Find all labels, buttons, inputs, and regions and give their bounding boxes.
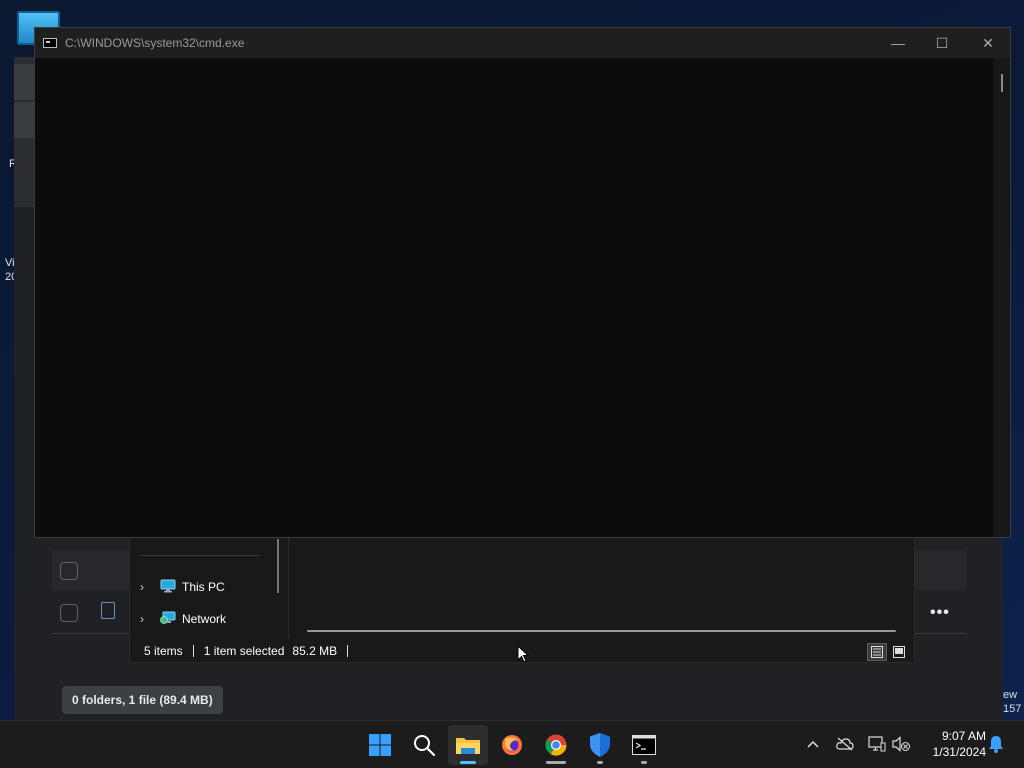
more-options-icon[interactable]: ••• <box>930 604 950 622</box>
status-divider <box>192 645 194 657</box>
active-indicator <box>460 761 476 764</box>
search-icon <box>414 735 436 757</box>
nav-item-label: Network <box>182 612 227 626</box>
this-pc-icon <box>160 579 176 596</box>
clock-date: 1/31/2024 <box>932 745 986 759</box>
taskbar-app-defender[interactable] <box>580 725 620 765</box>
cmd-window[interactable]: C:\WINDOWS\system32\cmd.exe — ☐ ✕ <box>34 27 1011 538</box>
running-indicator <box>641 761 647 764</box>
details-view-button[interactable] <box>867 643 887 661</box>
cmd-vertical-scrollbar[interactable] <box>993 58 1010 537</box>
start-icon <box>369 734 391 756</box>
taskbar <box>0 720 1024 768</box>
chevron-right-icon[interactable]: › <box>140 580 154 594</box>
window-label-fragment: ew <box>1003 689 1018 701</box>
taskbar-app-chrome[interactable] <box>536 725 576 765</box>
nav-item-this-pc[interactable]: › This PC <box>140 576 225 598</box>
start-button[interactable] <box>360 725 400 765</box>
taskbar-app-file-explorer[interactable] <box>448 725 488 765</box>
minimize-button[interactable]: — <box>875 28 921 58</box>
volume-button[interactable] <box>890 733 912 755</box>
status-divider <box>347 645 349 657</box>
maximize-button[interactable]: ☐ <box>919 28 965 58</box>
notifications-button[interactable] <box>985 733 1007 755</box>
row-checkbox[interactable] <box>60 604 78 622</box>
browser-back-button[interactable] <box>14 102 34 138</box>
running-indicator <box>597 761 603 764</box>
firefox-icon <box>502 735 522 755</box>
details-view-icon <box>871 646 883 658</box>
cmd-scroll-thumb[interactable] <box>1001 74 1003 92</box>
pane-separator[interactable] <box>288 537 289 639</box>
chrome-icon <box>545 734 567 756</box>
system-clock[interactable]: 9:07 AM 1/31/2024 <box>920 728 986 760</box>
cmd-app-icon[interactable] <box>43 38 57 48</box>
file-explorer-icon <box>456 738 480 754</box>
show-hidden-icons-button[interactable] <box>802 733 824 755</box>
nav-divider <box>140 555 260 556</box>
bell-icon <box>989 736 1003 753</box>
cmd-window-title: C:\WINDOWS\system32\cmd.exe <box>65 36 245 50</box>
chevron-up-icon <box>807 740 819 748</box>
taskbar-app-firefox[interactable] <box>492 725 532 765</box>
large-icons-view-button[interactable] <box>889 643 909 661</box>
selection-summary: 0 folders, 1 file (89.4 MB) <box>62 686 223 714</box>
network-status-icon <box>868 736 886 752</box>
search-button[interactable] <box>404 725 444 765</box>
network-status-button[interactable] <box>866 733 888 755</box>
volume-muted-icon <box>892 736 910 752</box>
defender-icon <box>590 733 610 757</box>
binary-file-icon <box>101 602 115 619</box>
browser-menu-button[interactable] <box>14 64 34 100</box>
clock-time: 9:07 AM <box>941 729 986 743</box>
item-count: 5 items <box>144 644 183 658</box>
selection-count: 1 item selected <box>203 644 285 658</box>
horizontal-scrollbar[interactable] <box>307 630 896 632</box>
window-label-fragment: 157 <box>1003 703 1022 715</box>
select-all-checkbox[interactable] <box>60 562 78 580</box>
mouse-cursor-icon <box>517 645 529 663</box>
onedrive-button[interactable] <box>834 733 856 755</box>
taskbar-app-command-prompt[interactable] <box>624 725 664 765</box>
file-explorer-window: › This PC › Network 5 items 1 item selec… <box>129 536 915 663</box>
onedrive-offline-icon <box>836 737 854 751</box>
nav-pane-scrollbar[interactable] <box>277 539 279 593</box>
running-indicator <box>546 761 566 764</box>
close-button[interactable]: ✕ <box>965 28 1011 58</box>
nav-item-network[interactable]: › Network <box>140 608 226 630</box>
selection-size: 85.2 MB <box>292 644 338 658</box>
terminal-icon <box>632 735 656 755</box>
nav-item-label: This PC <box>182 580 225 594</box>
chevron-right-icon[interactable]: › <box>140 612 154 626</box>
cmd-title-bar[interactable]: C:\WINDOWS\system32\cmd.exe — ☐ ✕ <box>35 28 1010 58</box>
large-icons-view-icon <box>893 646 905 658</box>
network-icon <box>160 611 176 628</box>
